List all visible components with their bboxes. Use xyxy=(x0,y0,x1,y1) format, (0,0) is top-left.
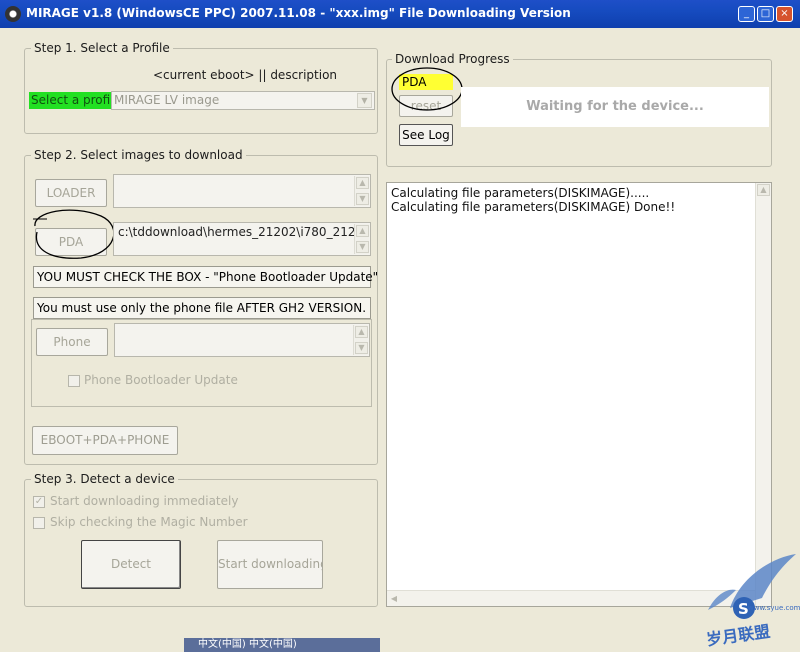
detect-button[interactable]: Detect xyxy=(81,540,181,589)
phone-path-field[interactable]: ▲ ▼ xyxy=(114,323,370,357)
step2-label: Step 2. Select images to download xyxy=(31,148,246,162)
app-icon xyxy=(5,6,21,22)
chevron-down-icon[interactable]: ▼ xyxy=(357,93,372,108)
hand-drawn-circle-pda-target xyxy=(391,67,463,111)
start-immediately-checkbox[interactable]: ✓ xyxy=(33,496,45,508)
scroll-up-icon[interactable]: ▲ xyxy=(355,326,368,338)
scroll-up-icon[interactable]: ▲ xyxy=(356,225,369,237)
profile-select[interactable]: MIRAGE LV image ▼ xyxy=(111,91,375,110)
scroll-up-icon[interactable]: ▲ xyxy=(757,184,770,196)
pda-path-field[interactable]: c:\tddownload\hermes_21202\i780_2120 ▲ ▼ xyxy=(113,222,371,256)
pda-scrollbar[interactable]: ▲ ▼ xyxy=(354,224,369,254)
log-line: Calculating file parameters(DISKIMAGE) D… xyxy=(391,200,676,214)
step1-label: Step 1. Select a Profile xyxy=(31,41,173,55)
skip-magic-checkbox[interactable] xyxy=(33,517,45,529)
minimize-button[interactable]: _ xyxy=(738,6,755,22)
close-button[interactable]: × xyxy=(776,6,793,22)
notice-phone-version: You must use only the phone file AFTER G… xyxy=(33,297,371,319)
profile-header: <current eboot> || description xyxy=(153,68,338,82)
log-line: Calculating file parameters(DISKIMAGE)..… xyxy=(391,186,650,200)
title-bar[interactable]: MIRAGE v1.8 (WindowsCE PPC) 2007.11.08 -… xyxy=(0,0,800,28)
scroll-left-icon[interactable]: ◀ xyxy=(388,592,400,605)
scroll-up-icon[interactable]: ▲ xyxy=(356,177,369,189)
step3-group: Step 3. Detect a device ✓ Start download… xyxy=(24,472,378,607)
phone-scrollbar[interactable]: ▲ ▼ xyxy=(353,325,368,355)
log-area[interactable]: Calculating file parameters(DISKIMAGE)..… xyxy=(386,182,772,607)
watermark-url: www.syue.com xyxy=(748,604,800,612)
loader-path-field[interactable]: ▲ ▼ xyxy=(113,174,371,208)
scroll-down-icon[interactable]: ▼ xyxy=(356,241,369,253)
notice-check-box: YOU MUST CHECK THE BOX - "Phone Bootload… xyxy=(33,266,378,288)
see-log-button[interactable]: See Log xyxy=(399,124,453,146)
eboot-pda-phone-button[interactable]: EBOOT+PDA+PHONE xyxy=(32,426,178,455)
hand-drawn-circle-pda xyxy=(33,209,115,259)
phone-button[interactable]: Phone xyxy=(36,328,108,356)
maximize-button[interactable]: □ xyxy=(757,6,774,22)
progress-group: Download Progress PDA reset See Log Wait… xyxy=(386,52,772,167)
loader-scrollbar[interactable]: ▲ ▼ xyxy=(354,176,369,206)
step3-label: Step 3. Detect a device xyxy=(31,472,178,486)
profile-select-value: MIRAGE LV image xyxy=(114,93,220,107)
taskbar-fragment: 中文(中国) 中文(中国) xyxy=(184,638,380,652)
phone-subgroup: Phone ▲ ▼ Phone Bootloader Update xyxy=(31,319,372,407)
bootloader-checkbox[interactable] xyxy=(68,375,80,387)
watermark-logo: S 岁月联盟 www.syue.com xyxy=(700,548,800,649)
start-downloading-button[interactable]: Start downloading xyxy=(217,540,323,589)
scroll-down-icon[interactable]: ▼ xyxy=(356,193,369,205)
scroll-down-icon[interactable]: ▼ xyxy=(355,342,368,354)
skip-magic-label: Skip checking the Magic Number xyxy=(50,515,248,529)
select-profile-label: Select a profile xyxy=(29,92,121,109)
log-vertical-scrollbar[interactable]: ▲ xyxy=(755,183,771,606)
pda-path-value: c:\tddownload\hermes_21202\i780_2120 xyxy=(118,225,364,239)
bootloader-checkbox-label: Phone Bootloader Update xyxy=(84,373,238,387)
progress-status: Waiting for the device... xyxy=(461,87,769,127)
step2-group: Step 2. Select images to download LOADER… xyxy=(24,148,378,465)
start-immediately-label: Start downloading immediately xyxy=(50,494,239,508)
window-title: MIRAGE v1.8 (WindowsCE PPC) 2007.11.08 -… xyxy=(26,6,571,20)
step1-group: Step 1. Select a Profile <current eboot>… xyxy=(24,41,378,134)
